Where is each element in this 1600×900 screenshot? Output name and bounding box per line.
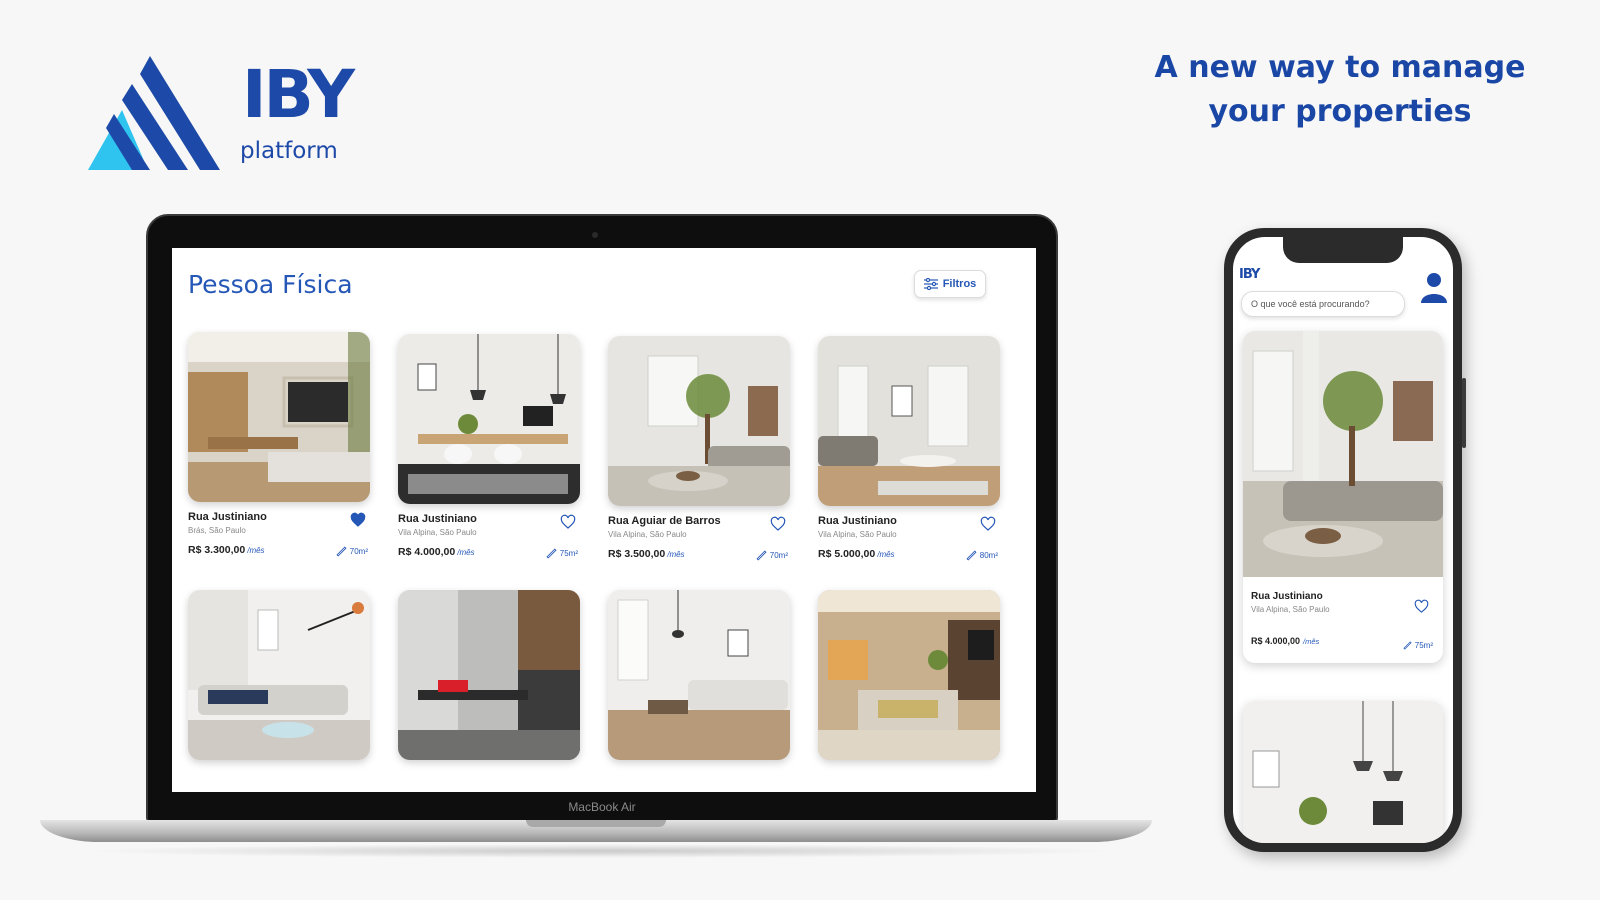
listing-street: Rua Aguiar de Barros bbox=[608, 515, 721, 527]
listing-neighborhood: Vila Alpina, São Paulo bbox=[1251, 605, 1330, 614]
listing-area-value: 75m² bbox=[1414, 641, 1433, 650]
warm-photo bbox=[818, 590, 1000, 760]
avatar-icon[interactable] bbox=[1421, 271, 1447, 305]
camera-icon bbox=[592, 232, 598, 238]
search-input[interactable]: O que você está procurando? bbox=[1241, 291, 1405, 317]
living-room-photo bbox=[1243, 331, 1443, 577]
listing-neighborhood: Vila Alpina, São Paulo bbox=[398, 528, 477, 537]
phone-listing-card-next[interactable] bbox=[1243, 701, 1443, 843]
dining-photo bbox=[398, 334, 580, 504]
heart-icon[interactable] bbox=[560, 514, 576, 530]
dark-kitchen-photo bbox=[398, 590, 580, 760]
phone-listing-card[interactable]: Rua Justiniano Vila Alpina, São Paulo R$… bbox=[1243, 331, 1443, 663]
laptop-base bbox=[40, 820, 1152, 842]
ruler-icon bbox=[756, 550, 767, 561]
listing-area-value: 70m² bbox=[769, 551, 788, 560]
listing-area: 75m² bbox=[1403, 641, 1433, 650]
listing-area-value: 70m² bbox=[349, 547, 368, 556]
phone-logo: IBY bbox=[1239, 267, 1260, 282]
listing-price-period: /mês bbox=[247, 546, 265, 555]
phone-mockup: IBY O que você está procurando? Rua Just… bbox=[1224, 228, 1466, 852]
listing-neighborhood: Brás, São Paulo bbox=[188, 526, 246, 535]
listing-street: Rua Justiniano bbox=[818, 515, 897, 527]
listing-photo bbox=[398, 590, 580, 760]
listing-area-value: 75m² bbox=[559, 549, 578, 558]
dining-room-photo bbox=[1243, 701, 1443, 843]
heart-icon[interactable] bbox=[770, 516, 786, 532]
ruler-icon bbox=[1403, 641, 1412, 650]
filters-label: Filtros bbox=[942, 278, 977, 290]
listing-price-value: R$ 4.000,00 bbox=[1251, 636, 1301, 646]
listing-price-value: R$ 3.500,00 bbox=[608, 548, 666, 560]
listing-price-period: /mês bbox=[877, 550, 895, 559]
listing-card[interactable]: Rua Justiniano Brás, São Paulo R$ 3.300,00… bbox=[188, 332, 370, 557]
listing-photo bbox=[188, 332, 370, 502]
listing-neighborhood: Vila Alpina, São Paulo bbox=[608, 530, 687, 539]
listing-price-period: /mês bbox=[667, 550, 685, 559]
listing-photo bbox=[608, 336, 790, 506]
listing-price: R$ 4.000,00/mês bbox=[1251, 636, 1319, 646]
ruler-icon bbox=[966, 550, 977, 561]
listing-photo bbox=[818, 336, 1000, 506]
filters-button[interactable]: Filtros bbox=[914, 270, 986, 298]
listing-photo bbox=[398, 334, 580, 504]
listing-photo bbox=[1243, 331, 1443, 577]
tagline-line-2: your properties bbox=[1208, 94, 1472, 129]
listing-photo bbox=[608, 590, 790, 760]
page-title: Pessoa Física bbox=[188, 270, 353, 299]
phone-screen: IBY O que você está procurando? Rua Just… bbox=[1233, 237, 1453, 843]
living2-photo bbox=[818, 336, 1000, 506]
listing-card[interactable] bbox=[188, 590, 370, 760]
listing-price-value: R$ 4.000,00 bbox=[398, 546, 456, 558]
phone-notch bbox=[1283, 237, 1403, 263]
listing-price-period: /mês bbox=[1303, 637, 1320, 646]
laptop-shadow bbox=[80, 844, 1120, 858]
laptop-notch bbox=[526, 820, 666, 827]
heart-icon[interactable] bbox=[1414, 599, 1429, 614]
lounge-photo bbox=[188, 590, 370, 760]
listing-area: 80m² bbox=[966, 550, 998, 561]
iby-logo: IBY platform bbox=[88, 56, 388, 176]
ruler-icon bbox=[336, 546, 347, 557]
sitting-photo bbox=[608, 590, 790, 760]
phone-side-button bbox=[1462, 378, 1466, 448]
logo-wordmark: IBY bbox=[242, 56, 355, 133]
listing-card[interactable]: Rua Aguiar de Barros Vila Alpina, São Pau… bbox=[608, 336, 790, 561]
listing-area: 70m² bbox=[336, 546, 368, 557]
listing-area-value: 80m² bbox=[979, 551, 998, 560]
heart-icon[interactable] bbox=[350, 512, 366, 528]
listing-neighborhood: Vila Alpina, São Paulo bbox=[818, 530, 897, 539]
listing-card[interactable]: Rua Justiniano Vila Alpina, São Paulo R$ 4… bbox=[398, 334, 580, 559]
listing-card[interactable]: Rua Justiniano Vila Alpina, São Paulo R$ 5… bbox=[818, 336, 1000, 561]
listing-street: Rua Justiniano bbox=[1251, 591, 1323, 602]
logo-triangle-icon bbox=[88, 56, 220, 170]
ruler-icon bbox=[546, 548, 557, 559]
listing-photo bbox=[188, 590, 370, 760]
listing-area: 70m² bbox=[756, 550, 788, 561]
listing-price-period: /mês bbox=[457, 548, 475, 557]
logo-subtitle: platform bbox=[240, 138, 338, 164]
laptop-mockup: Pessoa Física Filtros Rua Justiniano Brás… bbox=[146, 214, 1058, 822]
tagline: A new way to manage your properties bbox=[1130, 46, 1550, 134]
listing-photo bbox=[818, 590, 1000, 760]
laptop-screen: Pessoa Física Filtros Rua Justiniano Brás… bbox=[172, 248, 1036, 792]
listing-card[interactable] bbox=[608, 590, 790, 760]
living-photo bbox=[608, 336, 790, 506]
listing-price-value: R$ 5.000,00 bbox=[818, 548, 876, 560]
listing-area: 75m² bbox=[546, 548, 578, 559]
laptop-model-label: MacBook Air bbox=[568, 800, 636, 814]
listing-price-value: R$ 3.300,00 bbox=[188, 544, 246, 556]
heart-icon[interactable] bbox=[980, 516, 996, 532]
tagline-line-1: A new way to manage bbox=[1154, 50, 1526, 85]
sliders-icon bbox=[923, 278, 938, 290]
kitchen-photo bbox=[188, 332, 370, 502]
listing-card[interactable] bbox=[398, 590, 580, 760]
listing-card[interactable] bbox=[818, 590, 1000, 760]
listing-street: Rua Justiniano bbox=[398, 513, 477, 525]
listing-street: Rua Justiniano bbox=[188, 511, 267, 523]
